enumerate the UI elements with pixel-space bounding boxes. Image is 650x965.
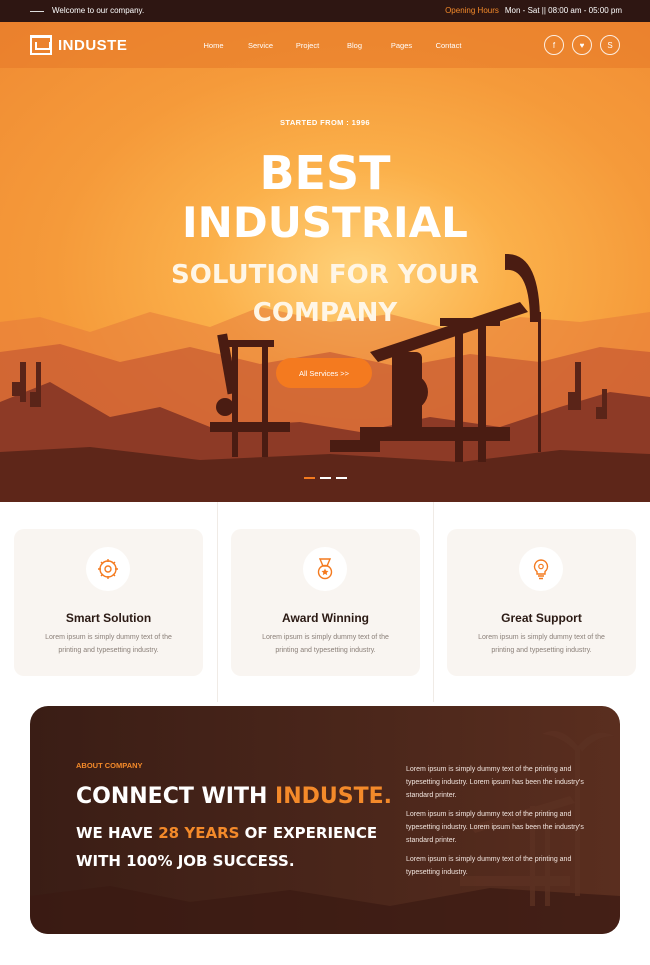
about-paragraph: Lorem ipsum is simply dummy text of the … [406,766,584,799]
slider-dot-1[interactable] [304,477,315,479]
column-divider [217,502,218,702]
top-bar: Welcome to our company. Opening Hours Mon… [0,0,650,22]
about-sub1-pre: WE HAVE [76,824,159,842]
about-heading-accent: INDUSTE. [275,784,393,809]
social-links: f ♥ S [544,35,620,55]
hero-title-line1: BEST [259,146,391,200]
main-navbar: INDUSTE Home Service Project Blog Pages … [0,22,650,68]
nav-item-blog[interactable]: Blog [331,41,378,50]
hero-slider: INDUSTE Home Service Project Blog Pages … [0,22,650,502]
nav-item-pages[interactable]: Pages [378,41,425,50]
hero-subtitle-line1: SOLUTION FOR YOUR [171,260,479,290]
feature-card: Award Winning Lorem ipsum is simply dumm… [231,529,420,676]
hero-title-line2: INDUSTRIAL [182,198,468,247]
nav-item-service[interactable]: Service [237,41,284,50]
feature-title: Smart Solution [65,611,152,625]
about-heading: CONNECT WITH INDUSTE. [76,784,392,809]
factory-icon [30,35,52,55]
brand-name: INDUSTE [58,36,128,54]
feature-title: Award Winning [282,611,369,625]
feature-title: Great Support [501,611,582,625]
about-section: ABOUT COMPANY CONNECT WITH INDUSTE. WE H… [30,706,620,934]
skype-icon[interactable]: S [600,35,620,55]
welcome-text: Welcome to our company. [52,6,145,15]
opening-hours: Opening Hours Mon - Sat || 08:00 am - 05:… [445,6,622,15]
divider-line [30,11,44,12]
slider-dots [304,477,347,479]
about-heading-text: CONNECT WITH [76,784,276,809]
feature-card: Smart Solution Lorem ipsum is simply dum… [14,529,203,676]
twitter-icon[interactable]: ♥ [572,35,592,55]
hero-subtitle-line2: COMPANY [252,298,398,328]
about-subheading-1: WE HAVE 28 YEARS OF EXPERIENCE [76,824,377,842]
slider-dot-2[interactable] [320,477,331,479]
lightbulb-gear-icon [519,547,563,591]
nav-item-project[interactable]: Project [284,41,331,50]
gear-brain-icon [86,547,130,591]
about-label: ABOUT COMPANY [76,761,143,770]
nav-item-contact[interactable]: Contact [425,41,472,50]
medal-icon [303,547,347,591]
about-sub1-post: OF EXPERIENCE [239,824,378,842]
column-divider [433,502,434,702]
hero-since: STARTED FROM : 1996 [280,118,370,127]
all-services-button[interactable]: All Services >> [276,358,372,388]
feature-card: Great Support Lorem ipsum is simply dumm… [447,529,636,676]
opening-hours-label: Opening Hours [445,6,499,15]
feature-description: Lorem ipsum is simply dummy text of the … [478,634,605,654]
about-paragraphs: Lorem ipsum is simply dummy text of the … [406,763,586,885]
about-sub1-accent: 28 YEARS [158,824,240,842]
slider-dot-3[interactable] [336,477,347,479]
about-subheading-2: WITH 100% JOB SUCCESS. [76,852,295,870]
features-section: Smart Solution Lorem ipsum is simply dum… [0,502,650,702]
opening-hours-value: Mon - Sat || 08:00 am - 05:00 pm [504,6,622,15]
brand-logo[interactable]: INDUSTE [30,35,127,55]
facebook-icon[interactable]: f [544,35,564,55]
about-paragraph: Lorem ipsum is simply dummy text of the … [406,856,572,876]
feature-description: Lorem ipsum is simply dummy text of the … [45,634,172,654]
nav-menu: Home Service Project Blog Pages Contact [190,41,472,50]
nav-item-home[interactable]: Home [190,41,237,50]
feature-description: Lorem ipsum is simply dummy text of the … [262,634,389,654]
about-paragraph: Lorem ipsum is simply dummy text of the … [406,811,584,844]
